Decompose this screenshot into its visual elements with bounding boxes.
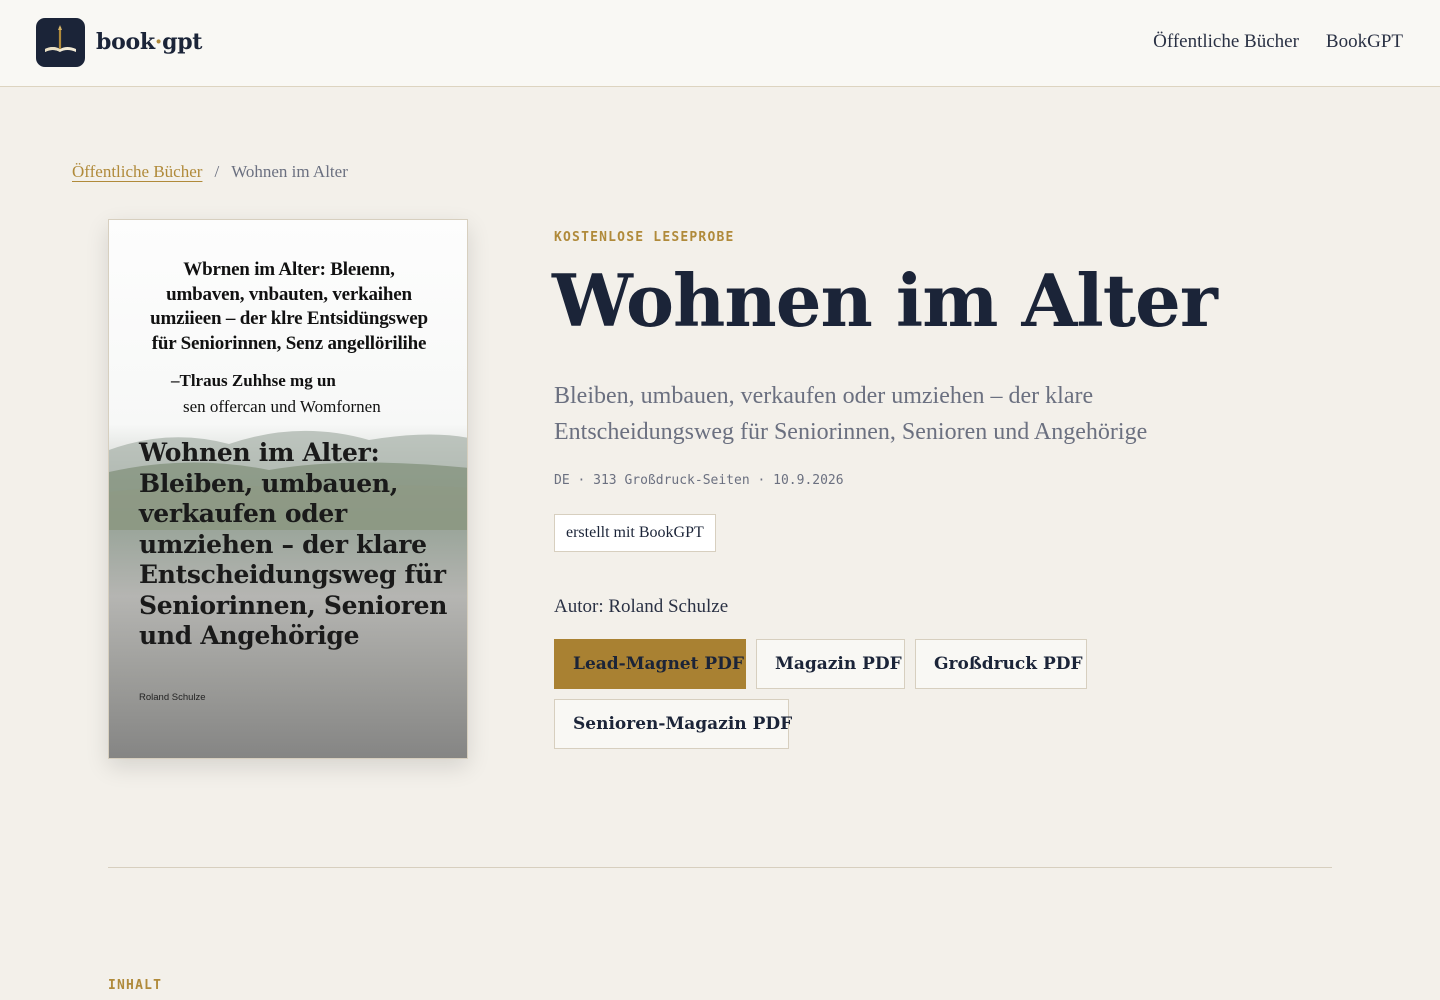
senioren-magazin-pdf-button[interactable]: Senioren-Magazin PDF <box>554 699 792 749</box>
cover-author: Roland Schulze <box>139 692 206 703</box>
created-with-badge: erstellt mit BookGPT <box>554 514 716 552</box>
book-logo-icon[interactable] <box>36 18 85 67</box>
grossdruck-pdf-button[interactable]: Großdruck PDF <box>915 639 1087 689</box>
book-title: Wohnen im Alter <box>552 258 1218 343</box>
breadcrumb-separator: / <box>214 162 220 181</box>
cover-garbled-subtitle: –Tlraus Zuhhse mg un sen offercan und Wo… <box>171 371 381 416</box>
main-nav: Öffentliche Bücher BookGPT <box>1153 31 1403 53</box>
magazin-pdf-button[interactable]: Magazin PDF <box>756 639 905 689</box>
nav-bookgpt-link[interactable]: BookGPT <box>1326 31 1403 53</box>
lead-magnet-pdf-button[interactable]: Lead-Magnet PDF <box>554 639 746 689</box>
section-divider <box>108 867 1332 868</box>
free-sample-label: KOSTENLOSE LESEPROBE <box>554 230 735 245</box>
cover-garbled-title: Wbrnen im Alter: Bleıenn, umbaven, vnbau… <box>150 259 428 354</box>
book-cover-image: Wbrnen im Alter: Bleıenn, umbaven, vnbau… <box>108 219 468 759</box>
book-meta: DE · 313 Großdruck-Seiten · 10.9.2026 <box>554 473 844 488</box>
breadcrumb-parent-link[interactable]: Öffentliche Bücher <box>72 162 202 182</box>
book-author: Autor: Roland Schulze <box>554 596 729 617</box>
breadcrumb: Öffentliche Bücher / Wohnen im Alter <box>72 162 348 182</box>
brand-name[interactable]: book·gpt <box>96 29 202 55</box>
top-bar: book·gpt Öffentliche Bücher BookGPT <box>0 0 1440 87</box>
cover-title: Wohnen im Alter: Bleiben, umbauen, verka… <box>139 438 448 650</box>
breadcrumb-current: Wohnen im Alter <box>231 162 348 181</box>
nav-public-books-link[interactable]: Öffentliche Bücher <box>1153 31 1299 53</box>
book-subtitle: Bleiben, umbauen, verkaufen oder umziehe… <box>554 383 1148 445</box>
contents-section-label: INHALT <box>108 978 163 993</box>
